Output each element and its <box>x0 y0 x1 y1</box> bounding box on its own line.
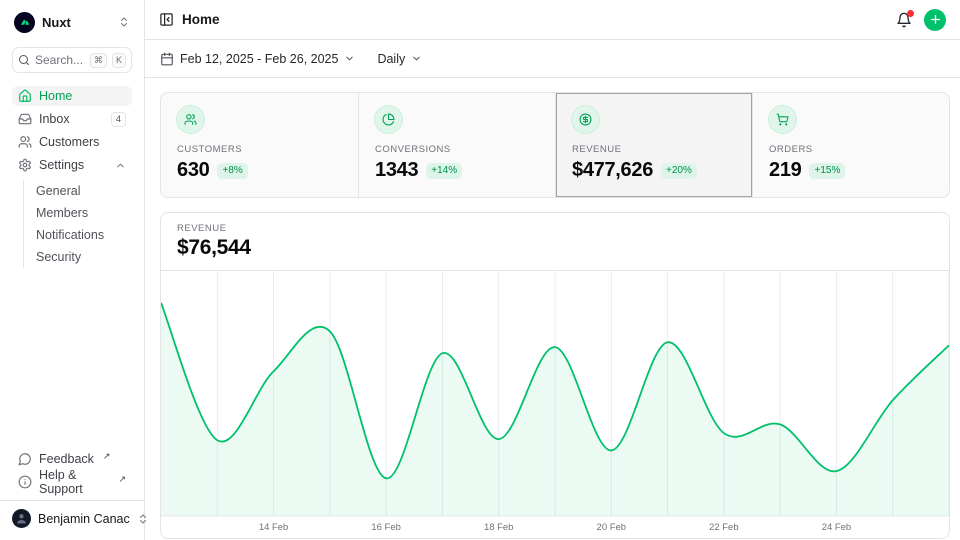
header-actions <box>896 9 946 31</box>
stat-value: $477,626 <box>572 159 653 182</box>
search-input[interactable]: Search... ⌘ K <box>12 47 132 73</box>
sidebar-item-notifications[interactable]: Notifications <box>36 224 132 246</box>
sidebar-item-general[interactable]: General <box>36 180 132 202</box>
x-tick-label: 16 Feb <box>371 522 400 533</box>
stat-delta-badge: +15% <box>809 163 845 179</box>
sidebar-item-security[interactable]: Security <box>36 246 132 268</box>
workspace-switcher[interactable]: Nuxt <box>12 10 132 34</box>
stat-delta-badge: +20% <box>661 163 697 179</box>
sidebar: Nuxt Search... ⌘ K Home <box>0 0 145 540</box>
page-content: CUSTOMERS 630 +8% CONVERSIONS 1343 +14% <box>145 78 960 540</box>
x-tick-label: 22 Feb <box>709 522 738 533</box>
footer-link-label: Help & Support <box>39 468 109 496</box>
sidebar-item-label: Customers <box>39 135 99 149</box>
chevron-down-icon <box>411 53 422 64</box>
stat-value: 219 <box>769 159 801 182</box>
chevron-down-icon <box>344 53 355 64</box>
date-range-value: Feb 12, 2025 - Feb 26, 2025 <box>180 52 338 66</box>
chevron-up-icon <box>115 160 126 171</box>
avatar <box>12 509 31 528</box>
sidebar-item-label: Home <box>39 89 72 103</box>
stat-card-orders[interactable]: ORDERS 219 +15% <box>752 93 949 197</box>
feedback-link[interactable]: Feedback ↗ <box>12 449 132 469</box>
user-menu[interactable]: Benjamin Canac <box>0 500 144 530</box>
stat-delta-badge: +14% <box>426 163 462 179</box>
stats-row: CUSTOMERS 630 +8% CONVERSIONS 1343 +14% <box>160 92 950 198</box>
footer-link-label: Feedback <box>39 452 94 466</box>
chevrons-up-down-icon <box>118 16 130 28</box>
home-icon <box>18 89 32 103</box>
page-title: Home <box>182 12 220 27</box>
main-area: Home Feb 12, 2025 - Feb 26, 2025 <box>145 0 960 540</box>
sidebar-spacer <box>12 268 132 436</box>
pie-chart-icon <box>375 106 402 133</box>
sidebar-nav: Home Inbox 4 Customers Settings <box>12 86 132 268</box>
info-icon <box>18 475 32 489</box>
granularity-select[interactable]: Daily <box>377 52 422 66</box>
stat-value: 1343 <box>375 159 418 182</box>
nuxt-logo-icon <box>14 12 35 33</box>
search-icon <box>18 54 30 66</box>
external-link-icon: ↗ <box>103 449 111 463</box>
notification-dot <box>907 10 914 17</box>
users-icon <box>177 106 204 133</box>
panel-left-close-icon[interactable] <box>159 12 174 27</box>
workspace-name: Nuxt <box>42 15 111 30</box>
granularity-value: Daily <box>377 52 405 66</box>
stat-card-conversions[interactable]: CONVERSIONS 1343 +14% <box>358 93 555 197</box>
stat-card-revenue[interactable]: REVENUE $477,626 +20% <box>555 93 752 197</box>
sidebar-item-home[interactable]: Home <box>12 86 132 106</box>
x-tick-label: 24 Feb <box>822 522 851 533</box>
sidebar-item-settings[interactable]: Settings <box>12 155 132 175</box>
sidebar-item-inbox[interactable]: Inbox 4 <box>12 109 132 129</box>
chart-current-value: $76,544 <box>177 236 933 260</box>
chart-series-label: REVENUE <box>177 223 933 234</box>
kbd-k: K <box>112 53 126 68</box>
stat-label: CONVERSIONS <box>375 144 539 155</box>
stat-label: CUSTOMERS <box>177 144 342 155</box>
stat-card-customers[interactable]: CUSTOMERS 630 +8% <box>161 93 358 197</box>
user-name: Benjamin Canac <box>38 512 130 526</box>
stat-value: 630 <box>177 159 209 182</box>
stat-delta-badge: +8% <box>217 163 247 179</box>
add-button[interactable] <box>924 9 946 31</box>
sidebar-item-customers[interactable]: Customers <box>12 132 132 152</box>
x-tick-label: 20 Feb <box>597 522 626 533</box>
gear-icon <box>18 158 32 172</box>
calendar-icon <box>160 52 174 66</box>
external-link-icon: ↗ <box>118 472 126 486</box>
stat-label: REVENUE <box>572 144 736 155</box>
stat-label: ORDERS <box>769 144 933 155</box>
sidebar-item-label: Inbox <box>39 112 70 126</box>
revenue-area-chart[interactable]: 14 Feb 16 Feb 18 Feb 20 Feb 22 Feb 24 Feb <box>161 271 949 538</box>
users-icon <box>18 135 32 149</box>
help-support-link[interactable]: Help & Support ↗ <box>12 472 132 492</box>
revenue-chart-card: REVENUE $76,544 14 Feb 16 Feb 18 Feb 20 Feb… <box>160 212 950 539</box>
sidebar-item-label: Settings <box>39 158 84 172</box>
shopping-cart-icon <box>769 106 796 133</box>
page-header: Home <box>145 0 960 40</box>
notifications-button[interactable] <box>896 12 912 28</box>
chart-header: REVENUE $76,544 <box>161 213 949 271</box>
inbox-count-badge: 4 <box>111 112 126 127</box>
message-circle-icon <box>18 452 32 466</box>
x-tick-label: 14 Feb <box>259 522 288 533</box>
settings-sub-list: General Members Notifications Security <box>23 180 132 268</box>
x-tick-label: 18 Feb <box>484 522 513 533</box>
sidebar-footer-nav: Feedback ↗ Help & Support ↗ <box>12 449 132 492</box>
kbd-cmd: ⌘ <box>90 53 107 68</box>
sidebar-item-members[interactable]: Members <box>36 202 132 224</box>
date-range-picker[interactable]: Feb 12, 2025 - Feb 26, 2025 <box>160 52 355 66</box>
circle-dollar-icon <box>572 106 599 133</box>
app-window: Nuxt Search... ⌘ K Home <box>0 0 960 540</box>
plus-icon <box>929 13 942 26</box>
inbox-icon <box>18 112 32 126</box>
search-placeholder: Search... <box>35 53 85 67</box>
filter-toolbar: Feb 12, 2025 - Feb 26, 2025 Daily <box>145 40 960 78</box>
